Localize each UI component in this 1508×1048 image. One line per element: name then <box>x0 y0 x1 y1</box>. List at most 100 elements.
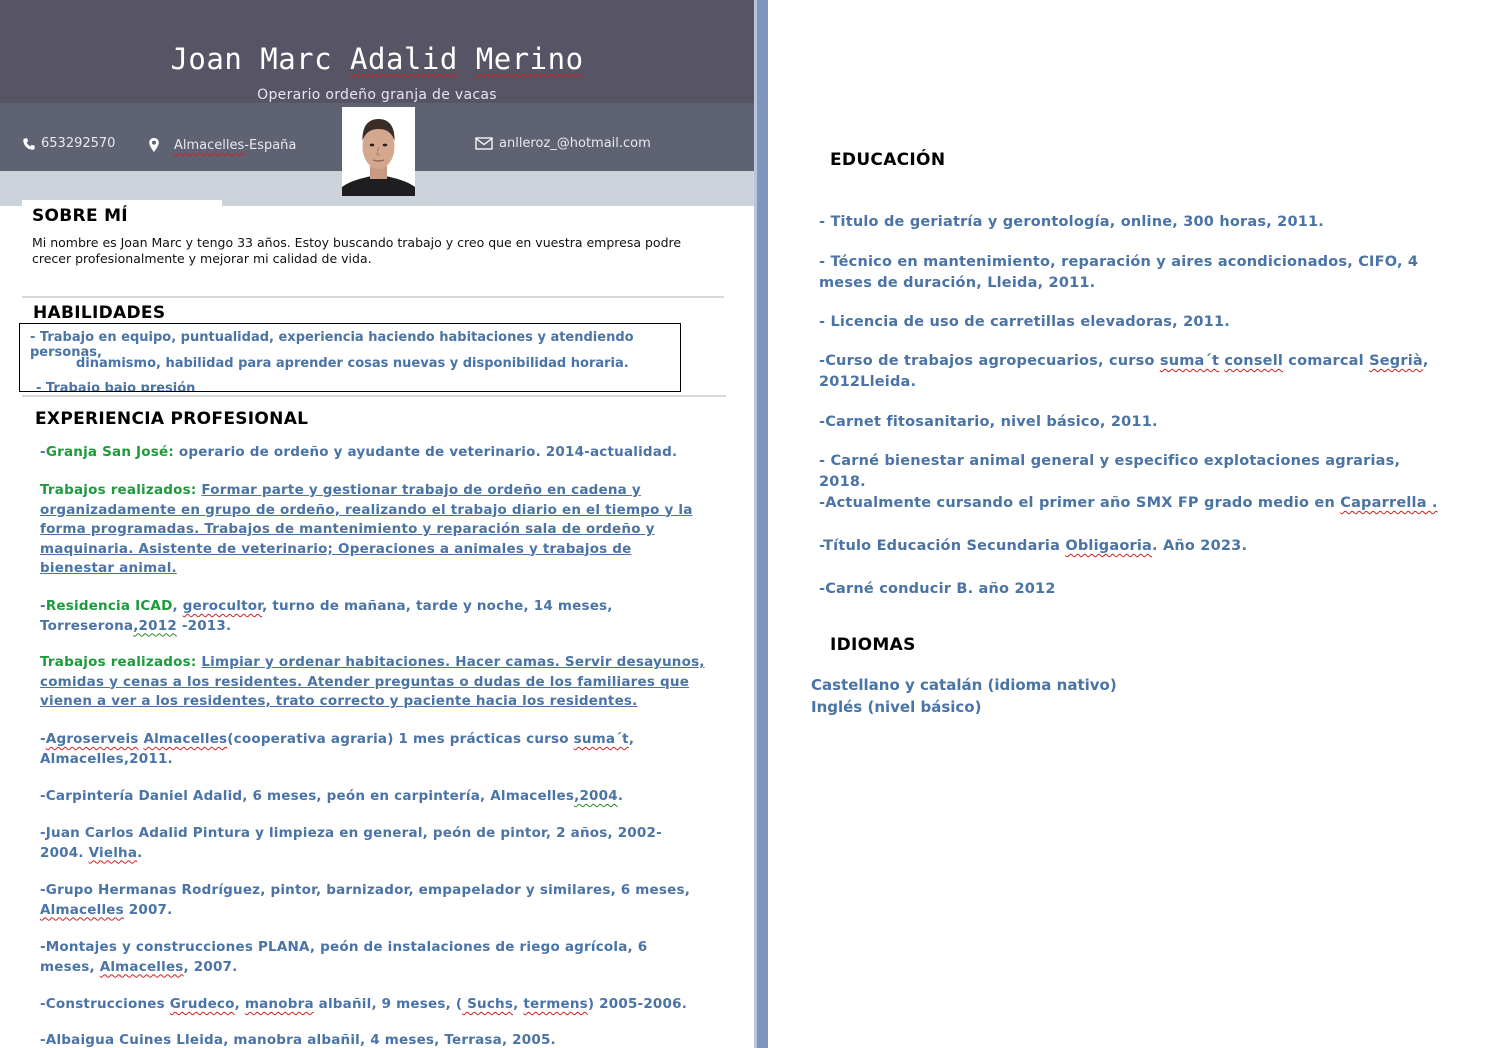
separator: , <box>513 996 524 1012</box>
role-text: , 2007. <box>183 958 238 975</box>
header-banner: Joan Marc Adalid Merino Operario ordeño … <box>0 0 754 103</box>
experience-item: Trabajos realizados: Limpiar y ordenar h… <box>40 653 705 712</box>
role-text: ) 2005-2006. <box>587 996 688 1012</box>
experience-item: Trabajos realizados: Formar parte y gest… <box>40 481 705 579</box>
phone-number: 653292570 <box>41 136 116 151</box>
role-text: . <box>137 844 143 861</box>
location-country: -España <box>244 138 297 153</box>
sobre-mi-title: SOBRE MÍ <box>32 206 128 226</box>
section-divider <box>22 296 724 298</box>
habilidades-title: HABILIDADES <box>33 303 166 323</box>
flagged-word: suma´t <box>573 731 629 747</box>
flagged-word: consell <box>1224 353 1284 369</box>
section-divider <box>22 395 726 397</box>
employer-name: Residencia ICAD <box>45 598 173 614</box>
habilidades-line-2: dinamismo, habilidad para aprender cosas… <box>76 356 629 371</box>
flagged-word: Vielha <box>88 844 138 861</box>
education-item: -Carné conducir B. año 2012 <box>819 581 1056 597</box>
role-text: -2013. <box>176 617 232 634</box>
education-item: - Titulo de geriatría y gerontología, on… <box>819 214 1325 230</box>
sobre-mi-line-1: Mi nombre es Joan Marc y tengo 33 años. … <box>32 235 682 250</box>
experience-item: -Carpintería Daniel Adalid, 6 meses, peó… <box>40 787 705 807</box>
flagged-word: gerocultor <box>182 598 263 614</box>
resume-page-1: Joan Marc Adalid Merino Operario ordeño … <box>0 0 754 1048</box>
flagged-word: Suchs <box>462 996 514 1012</box>
experience-item: -Granja San José: operario de ordeño y a… <box>40 443 705 463</box>
phone-contact: 653292570 <box>22 136 115 151</box>
experience-item: -Juan Carlos Adalid Pintura y limpieza e… <box>40 824 705 863</box>
role-text: -Carpintería Daniel Adalid, 6 meses, peó… <box>40 788 575 804</box>
phone-icon <box>23 137 35 150</box>
education-item: - Licencia de uso de carretillas elevado… <box>819 314 1230 330</box>
name-part-flagged: Merino <box>475 42 584 76</box>
edu-text: -Actualmente cursando el primer año SMX … <box>819 495 1341 511</box>
edu-text: -Curso de trabajos agropecuarios, curso <box>819 353 1160 369</box>
experience-item: -Agroserveis Almacelles(cooperativa agra… <box>40 730 705 769</box>
tasks-label: Trabajos realizados: <box>40 482 197 498</box>
role-text: -Grupo Hermanas Rodríguez, pintor, barni… <box>40 882 691 898</box>
name-part-flagged: Adalid <box>350 42 458 76</box>
habilidades-line-3: - Trabajo bajo presión <box>36 381 196 392</box>
flagged-word: Almacelles <box>99 958 184 975</box>
flagged-word: Grudeco <box>169 996 235 1012</box>
edu-text: . Año 2023. <box>1152 538 1248 554</box>
idiomas-title: IDIOMAS <box>830 635 916 655</box>
role-text: operario de ordeño y ayudante de veterin… <box>173 444 678 460</box>
role-text: -Construcciones <box>40 996 170 1012</box>
experience-item: -Grupo Hermanas Rodríguez, pintor, barni… <box>40 881 705 920</box>
map-pin-icon <box>149 137 159 152</box>
page-edge <box>754 0 757 1048</box>
sobre-mi-line-2: crecer profesionalmente y mejorar mi cal… <box>32 251 372 266</box>
role-text: 2007. <box>123 901 173 918</box>
flagged-word: suma´t <box>1159 353 1220 369</box>
language-item: Inglés (nivel básico) <box>811 698 982 716</box>
language-item: Castellano y catalán (idioma nativo) <box>811 676 1117 694</box>
profile-photo <box>342 107 415 196</box>
flagged-word: ,2012 <box>133 617 177 634</box>
education-item: - Carné bienestar animal general y espec… <box>819 453 1401 490</box>
flagged-word: Obligaoria <box>1065 538 1152 554</box>
name-part: Joan Marc <box>170 42 351 76</box>
name-space <box>458 42 476 76</box>
location-contact: Almacelles-España <box>148 136 296 153</box>
education-item: -Título Educación Secundaria Obligaoria.… <box>819 536 1449 557</box>
flagged-word: manobra <box>244 996 314 1012</box>
flagged-word: Almacelles <box>40 901 124 918</box>
location-text: Almacelles-España <box>174 138 296 153</box>
flagged-word: termens <box>523 996 588 1012</box>
experiencia-title: EXPERIENCIA PROFESIONAL <box>35 409 309 429</box>
person-portrait-icon <box>342 107 415 196</box>
location-city: Almacelles <box>174 138 245 153</box>
flagged-word: ,2004 <box>574 788 618 804</box>
experience-item: -Albaigua Cuines Lleida, manobra albañil… <box>40 1032 556 1048</box>
role-text: . <box>617 788 624 804</box>
email-contact: anlleroz_@hotmail.com <box>475 136 651 151</box>
tasks-label: Trabajos realizados: <box>40 654 197 670</box>
flagged-word: Caparrella . <box>1340 495 1438 511</box>
education-item: -Curso de trabajos agropecuarios, curso … <box>819 351 1449 393</box>
page-gap <box>754 0 768 1048</box>
flagged-word: Segrià <box>1369 353 1423 369</box>
educacion-title: EDUCACIÓN <box>830 150 946 170</box>
role-text: albañil, 9 meses, ( <box>313 996 463 1012</box>
envelope-icon <box>475 137 493 150</box>
flagged-word: Agroserveis <box>45 731 139 747</box>
habilidades-textbox[interactable]: - Trabajo en equipo, puntualidad, experi… <box>19 323 681 392</box>
experience-item: -Montajes y construcciones PLANA, peón d… <box>40 938 705 977</box>
edu-text: comarcal <box>1283 353 1370 369</box>
education-item: - Técnico en mantenimiento, reparación y… <box>819 254 1419 291</box>
candidate-name: Joan Marc Adalid Merino <box>0 42 754 76</box>
separator: , <box>234 996 245 1012</box>
experience-item: -Residencia ICAD, gerocultor, turno de m… <box>40 597 705 636</box>
separator: , <box>172 598 183 614</box>
flagged-word: Almacelles <box>143 731 228 747</box>
role-text: (cooperativa agraria) 1 mes prácticas cu… <box>227 731 574 747</box>
job-subtitle: Operario ordeño granja de vacas <box>257 87 497 103</box>
employer-name: Granja San José: <box>45 444 174 460</box>
edu-text: -Título Educación Secundaria <box>819 538 1066 554</box>
education-item: -Actualmente cursando el primer año SMX … <box>819 493 1449 514</box>
resume-page-2: EDUCACIÓN - Titulo de geriatría y geront… <box>768 0 1508 1048</box>
email-address: anlleroz_@hotmail.com <box>499 136 651 151</box>
education-item: -Carnet fitosanitario, nivel básico, 201… <box>819 414 1158 430</box>
experience-item: -Construcciones Grudeco, manobra albañil… <box>40 995 705 1015</box>
